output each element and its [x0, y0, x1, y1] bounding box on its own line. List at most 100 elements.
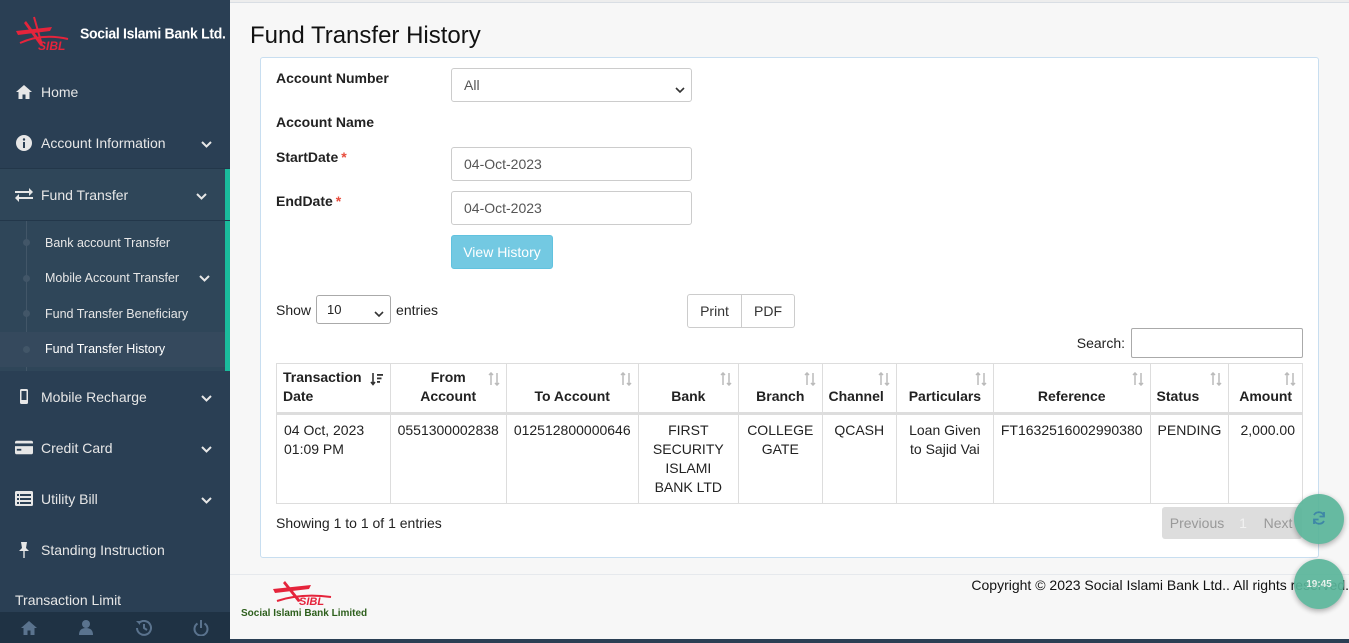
sidebar-item-home[interactable]: Home [0, 66, 230, 117]
bottom-strip [230, 639, 1349, 643]
chevron-down-icon [196, 189, 207, 205]
chevron-down-icon [201, 442, 212, 458]
col-header-particulars[interactable]: Particulars [895, 363, 994, 415]
sidebar-item-standing-instruction[interactable]: Standing Instruction [0, 524, 230, 575]
view-history-button[interactable]: View History [451, 235, 553, 269]
col-header-to-account[interactable]: To Account [505, 363, 639, 415]
cell-to-account: 012512800000646 [505, 413, 639, 504]
header-label: Reference [1037, 388, 1106, 404]
col-header-from-account[interactable]: From Account [389, 363, 507, 415]
current-page-button[interactable]: 1 [1232, 507, 1254, 539]
cell-branch: COLLEGE GATE [738, 413, 823, 504]
pdf-button[interactable]: PDF [742, 294, 795, 328]
show-label: Show [276, 301, 312, 318]
table-row: 04 Oct, 2023 01:09 PM 0551300002838 0125… [276, 413, 1303, 504]
cell-particulars: Loan Given to Sajid Vai [895, 413, 994, 504]
bullet-icon [23, 345, 30, 353]
col-header-bank[interactable]: Bank [637, 363, 740, 415]
cell-amount: 2,000.00 [1228, 413, 1303, 504]
account-name-label: Account Name [276, 114, 375, 130]
footer-logo: SIBL Social Islami Bank Limited [241, 579, 368, 629]
search-input[interactable] [1131, 328, 1303, 358]
clock-floating-button[interactable]: 19:45 [1294, 559, 1344, 609]
cell-channel: QCASH [821, 413, 897, 504]
chevron-down-icon [201, 391, 212, 407]
table-search: Search: [1077, 328, 1303, 358]
select-value: All [464, 77, 480, 93]
account-number-select[interactable]: All [451, 68, 692, 102]
page-footer: SIBL Social Islami Bank Limited Copyrigh… [230, 574, 1349, 639]
exchange-icon [15, 186, 33, 204]
sort-icon [720, 371, 732, 391]
sidebar-item-label: Fund Transfer [41, 186, 129, 203]
previous-page-button[interactable]: Previous [1162, 507, 1232, 539]
info-icon [15, 134, 33, 152]
required-mark: * [341, 149, 347, 165]
footer-power-icon[interactable] [173, 612, 231, 643]
cell-reference: FT1632516002990380 [992, 413, 1151, 504]
footer-bank-name: Social Islami Bank Limited [241, 608, 368, 619]
sidebar-subitem-bank-account-transfer[interactable]: Bank account Transfer [0, 225, 225, 261]
bullet-icon [23, 274, 30, 282]
cell-bank: FIRST SECURITY ISLAMI BANK LTD [637, 413, 740, 504]
sidebar-item-mobile-recharge[interactable]: Mobile Recharge [0, 371, 230, 422]
cell-from-account: 0551300002838 [389, 413, 507, 504]
bullet-icon [23, 310, 30, 318]
page-title: Fund Transfer History [250, 22, 481, 49]
footer-user-icon[interactable] [58, 612, 116, 643]
sort-icon [488, 371, 500, 391]
subitem-label: Fund Transfer Beneficiary [45, 306, 189, 321]
sidebar-item-label: Account Information [41, 134, 166, 151]
fund-transfer-submenu: Bank account Transfer Mobile Account Tra… [0, 221, 230, 371]
required-mark: * [335, 193, 342, 209]
end-date-input[interactable]: 04-Oct-2023 [451, 191, 692, 225]
footer-history-icon[interactable] [115, 612, 173, 643]
mobile-icon [15, 388, 33, 406]
col-header-branch[interactable]: Branch [738, 363, 823, 415]
sidebar-subitem-fund-transfer-beneficiary[interactable]: Fund Transfer Beneficiary [0, 296, 225, 332]
subitem-label: Bank account Transfer [45, 235, 171, 250]
main-content: Fund Transfer History Account Number All… [230, 3, 1349, 574]
page-length-select[interactable]: 10 [316, 295, 392, 324]
col-header-channel[interactable]: Channel [821, 363, 897, 415]
col-header-status[interactable]: Status [1149, 363, 1230, 415]
brand[interactable]: SIBL Social Islami Bank Ltd. [0, 0, 230, 66]
cell-status: PENDING [1149, 413, 1230, 504]
sidebar-item-label: Utility Bill [41, 490, 98, 507]
subitem-label: Mobile Account Transfer [45, 271, 180, 286]
sidebar-item-fund-transfer[interactable]: Fund Transfer [0, 169, 230, 220]
start-date-input[interactable]: 04-Oct-2023 [451, 147, 692, 181]
sidebar-item-utility-bill[interactable]: Utility Bill [0, 473, 230, 524]
sidebar-item-label: Transaction Limit [15, 591, 122, 608]
start-date-value: 04-Oct-2023 [464, 156, 542, 172]
sidebar-item-credit-card[interactable]: Credit Card [0, 422, 230, 473]
chevron-down-icon [199, 272, 210, 287]
sidebar-subitem-mobile-account-transfer[interactable]: Mobile Account Transfer [0, 261, 225, 297]
sidebar-item-label: Home [41, 83, 79, 100]
header-label: Particulars [908, 388, 982, 404]
page-length-control: Show 10 entries [276, 295, 438, 324]
brand-name: Social Islami Bank Ltd. [80, 24, 226, 42]
refresh-floating-button[interactable] [1294, 494, 1344, 544]
header-label: To Account [534, 388, 610, 404]
history-panel: Account Number All Account Name StartDat… [260, 57, 1319, 558]
logo-text: SIBL [38, 39, 65, 53]
col-header-reference[interactable]: Reference [992, 363, 1151, 415]
sidebar-item-account-information[interactable]: Account Information [0, 117, 230, 168]
header-label: Status [1156, 388, 1200, 404]
print-button[interactable]: Print [687, 294, 742, 328]
pagination: Previous 1 Next [1162, 507, 1302, 539]
header-label: Branch [756, 388, 805, 404]
end-date-value: 04-Oct-2023 [464, 200, 542, 216]
sidebar: SIBL Social Islami Bank Ltd. Home Accoun… [0, 0, 230, 643]
chevron-down-icon [201, 493, 212, 509]
col-header-amount[interactable]: Amount [1228, 363, 1303, 415]
sort-icon [878, 371, 890, 391]
sidebar-subitem-fund-transfer-history[interactable]: Fund Transfer History [0, 331, 225, 367]
sort-icon [1132, 371, 1144, 391]
footer-home-icon[interactable] [0, 612, 58, 643]
col-header-transaction-date[interactable]: Transaction Date [276, 363, 391, 415]
header-label: Bank [671, 388, 706, 404]
home-icon [15, 83, 33, 101]
start-date-label-text: StartDate [276, 149, 339, 165]
